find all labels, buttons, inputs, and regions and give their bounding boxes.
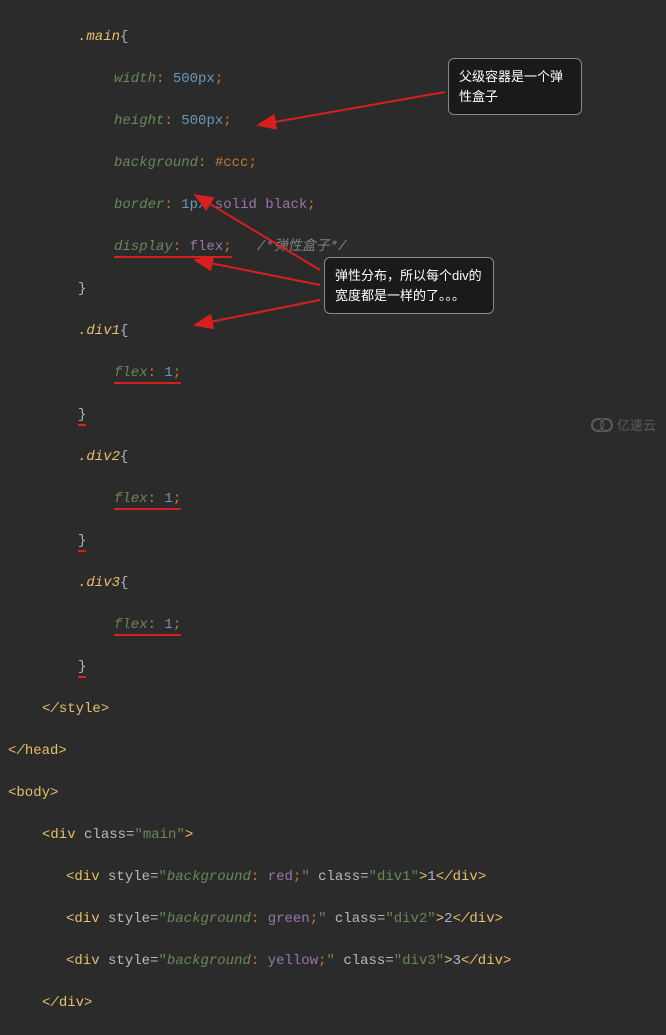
watermark: 亿速云 [591,416,656,436]
annotation-box-1: 父级容器是一个弹性盒子 [448,58,582,115]
tag-head-close: </head> [0,741,666,762]
tag-div-main-open: <div class="main"> [0,825,666,846]
css-rule-div2: .div2{ [0,447,666,468]
tag-div1: <div style="background: red;" class="div… [0,867,666,888]
code-editor: .main{ width: 500px; height: 500px; back… [0,0,666,1035]
tag-div-close: </div> [0,993,666,1014]
tag-style-close: </style> [0,699,666,720]
tag-body-open: <body> [0,783,666,804]
tag-div3: <div style="background: yellow;" class="… [0,951,666,972]
css-rule-div1: .div1{ [0,321,666,342]
annotation-box-2: 弹性分布，所以每个div的宽度都是一样的了。。。 [324,257,494,314]
css-rule-div3: .div3{ [0,573,666,594]
watermark-icon [591,418,613,432]
watermark-text: 亿速云 [617,416,656,436]
css-rule-main: .main{ [0,27,666,48]
tag-div2: <div style="background: green;" class="d… [0,909,666,930]
